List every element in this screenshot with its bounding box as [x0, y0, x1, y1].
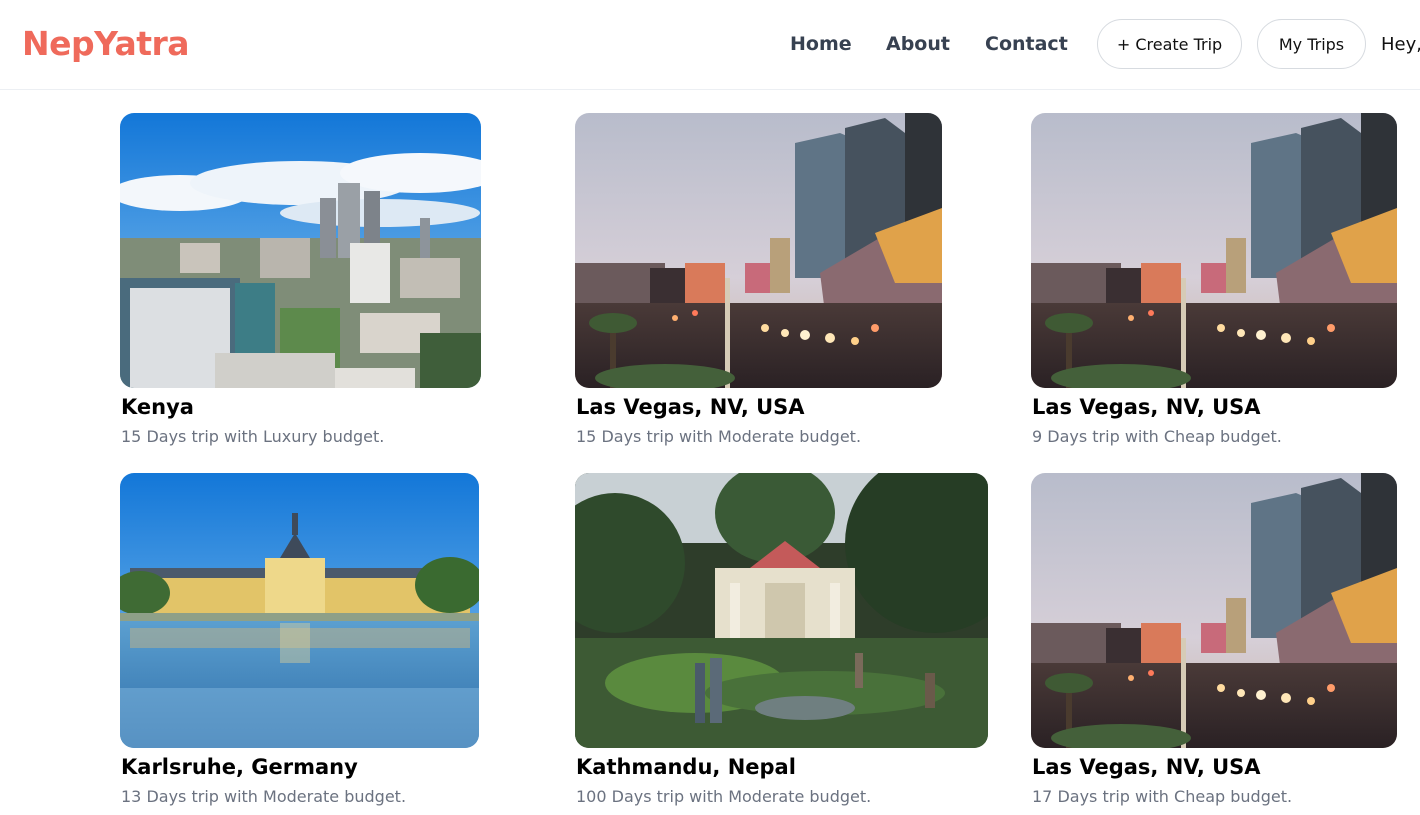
my-trips-button[interactable]: My Trips — [1257, 19, 1366, 69]
karlsruhe-palace-photo — [120, 473, 479, 748]
kathmandu-garden-photo — [575, 473, 988, 748]
trip-title: Kathmandu, Nepal — [576, 755, 796, 779]
las-vegas-strip-photo — [1031, 113, 1397, 388]
nav-home-link[interactable]: Home — [790, 33, 852, 55]
trip-subtitle: 13 Days trip with Moderate budget. — [121, 787, 407, 806]
user-greeting: Hey, — [1381, 34, 1420, 55]
logo[interactable]: NepYatra — [22, 24, 190, 63]
trip-title: Las Vegas, NV, USA — [1032, 395, 1261, 419]
las-vegas-strip-photo — [575, 113, 942, 388]
trip-subtitle: 17 Days trip with Cheap budget. — [1032, 787, 1293, 806]
trip-title: Karlsruhe, Germany — [121, 755, 358, 779]
nairobi-skyline-photo — [120, 113, 481, 388]
nav-about-link[interactable]: About — [886, 33, 950, 55]
top-nav-bar: NepYatra Home About Contact + Create Tri… — [0, 0, 1420, 90]
trip-subtitle: 15 Days trip with Moderate budget. — [576, 427, 862, 446]
nav-contact-link[interactable]: Contact — [985, 33, 1068, 55]
create-trip-button[interactable]: + Create Trip — [1097, 19, 1242, 69]
trip-title: Las Vegas, NV, USA — [576, 395, 805, 419]
trip-subtitle: 9 Days trip with Cheap budget. — [1032, 427, 1282, 446]
trip-subtitle: 15 Days trip with Luxury budget. — [121, 427, 385, 446]
trip-title: Kenya — [121, 395, 194, 419]
las-vegas-strip-photo — [1031, 473, 1397, 748]
trip-subtitle: 100 Days trip with Moderate budget. — [576, 787, 872, 806]
trip-title: Las Vegas, NV, USA — [1032, 755, 1261, 779]
